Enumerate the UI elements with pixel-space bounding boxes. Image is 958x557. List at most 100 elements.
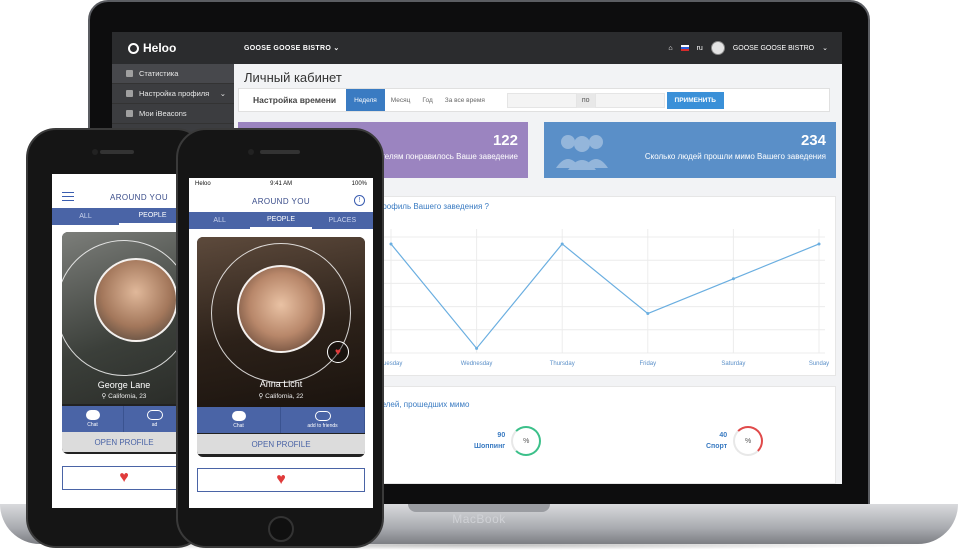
status-bar: Heloo 9:41 AM 100% [189, 178, 373, 190]
data-point[interactable] [731, 277, 735, 281]
people-icon [556, 135, 608, 170]
person-name: George Lane [97, 380, 151, 390]
home-icon[interactable]: ⌂ [668, 45, 672, 52]
battery-label: 100% [351, 181, 367, 187]
heart-icon: ♥ [119, 469, 129, 486]
sidebar-item-beacons[interactable]: Мои iBeacons [112, 104, 234, 124]
heart-icon: ♥ [276, 471, 286, 488]
language-label[interactable]: ru [697, 45, 703, 52]
pie-ring: % [733, 426, 764, 456]
tab-month[interactable]: Месяц [385, 89, 417, 111]
action-label: ad [151, 422, 158, 428]
pie-label: Шоппинг [474, 443, 506, 450]
nav-bar: AROUND YOU ! [189, 190, 373, 212]
hamburger-menu-icon[interactable] [62, 192, 74, 201]
card-actions: Chat add to friends [197, 407, 365, 433]
profile-card[interactable]: George Lane ⚲ California, 23 Chat ad OPE… [62, 232, 186, 454]
phone-front: Heloo 9:41 AM 100% AROUND YOU ! ALL PEOP… [176, 128, 384, 548]
like-button[interactable]: ♥ [197, 468, 365, 492]
sidebar-item-stats[interactable]: Статистика [112, 64, 234, 84]
pie-item-sport: 40 Спорт % [706, 426, 764, 456]
x-tick-label: Friday [639, 361, 656, 367]
apply-button[interactable]: ПРИМЕНИТЬ [666, 91, 724, 109]
edit-icon [126, 90, 133, 97]
data-point[interactable] [475, 346, 479, 350]
business-selector[interactable]: GOOSE GOOSE BISTRO ⌄ [244, 44, 340, 52]
logo-icon [128, 42, 139, 54]
location-pin-icon: ⚲ [101, 393, 107, 400]
pie-center: % [523, 437, 530, 445]
clock-label: 9:41 AM [270, 181, 293, 187]
sidebar-item-label: Статистика [139, 69, 179, 78]
action-label: Chat [233, 423, 244, 429]
pie-value: 40 [719, 432, 728, 439]
chevron-down-icon: ⌄ [333, 45, 340, 52]
location-text: California, 22 [265, 393, 304, 400]
stat-card-passersby: 234 Сколько людей прошли мимо Вашего зав… [544, 122, 836, 178]
russian-flag-icon[interactable] [680, 45, 689, 51]
open-profile-button[interactable]: OPEN PROFILE [197, 434, 365, 454]
date-to-input[interactable] [594, 92, 665, 108]
phone-speaker [100, 150, 134, 154]
pie-text: 40 Спорт [706, 430, 727, 452]
tab-week[interactable]: Неделя [346, 89, 385, 111]
pie-label: Спорт [706, 443, 728, 450]
info-icon[interactable]: ! [354, 195, 365, 206]
nav-title: AROUND YOU [109, 192, 169, 202]
tab-all[interactable]: ALL [52, 208, 119, 225]
app-logo[interactable]: Heloo [112, 41, 232, 55]
phone-back-screen: AROUND YOU ALL PEOPLE George Lane ⚲ Cali… [52, 174, 186, 508]
tab-year[interactable]: Год [416, 89, 438, 111]
data-point[interactable] [560, 242, 564, 246]
business-selector-label: GOOSE GOOSE BISTRO [244, 45, 332, 52]
phone-front-screen: Heloo 9:41 AM 100% AROUND YOU ! ALL PEOP… [189, 178, 373, 508]
beacon-icon [126, 110, 133, 117]
topbar-right: ⌂ ru GOOSE GOOSE BISTRO ⌄ [668, 41, 842, 55]
data-point[interactable] [389, 242, 393, 246]
chat-icon [231, 411, 246, 421]
period-filter: Настройка времени Неделя Месяц Год За вс… [238, 88, 830, 112]
segment-tabs: ALL PEOPLE PLACES [189, 212, 373, 229]
segment-tabs: ALL PEOPLE [52, 208, 186, 225]
chat-button[interactable]: Chat [62, 406, 124, 432]
chat-button[interactable]: Chat [197, 407, 281, 433]
chevron-down-icon[interactable]: ⌄ [822, 44, 828, 52]
data-point[interactable] [817, 242, 821, 246]
add-friend-icon [146, 410, 163, 420]
x-tick-label: Thursday [550, 361, 575, 367]
date-separator: по [576, 92, 595, 108]
account-name[interactable]: GOOSE GOOSE BISTRO [733, 45, 814, 52]
pie-value: 90 [497, 432, 506, 439]
page-title: Личный кабинет [244, 70, 342, 85]
data-point[interactable] [646, 312, 650, 316]
sidebar-item-profile[interactable]: Настройка профиля ⌄ [112, 84, 234, 104]
carrier-label: Heloo [195, 181, 211, 187]
pie-section-title: телей, прошедших мимо [378, 400, 470, 409]
like-button[interactable]: ♥ [62, 466, 186, 490]
stats-icon [126, 70, 133, 77]
status-bar [52, 174, 186, 186]
laptop-notch [408, 504, 550, 512]
chevron-down-icon: ⌄ [219, 89, 226, 98]
home-button[interactable] [268, 516, 294, 542]
person-location: ⚲ California, 22 [197, 392, 365, 400]
sidebar-item-label: Настройка профиля [139, 89, 210, 98]
add-friend-icon [314, 411, 331, 421]
person-location: ⚲ California, 23 [62, 392, 186, 400]
date-from-input[interactable] [506, 92, 577, 108]
pie-center: % [745, 437, 752, 445]
app-topbar: Heloo GOOSE GOOSE BISTRO ⌄ ⌂ ru GOOSE GO… [112, 32, 842, 64]
add-friend-button[interactable]: add to friends [281, 407, 365, 433]
tab-all-time[interactable]: За все время [439, 89, 491, 111]
series-line [390, 243, 820, 350]
tab-all[interactable]: ALL [189, 212, 250, 229]
tab-people[interactable]: PEOPLE [250, 212, 312, 229]
person-name: Anna Licht [259, 379, 303, 389]
account-avatar[interactable] [710, 41, 725, 55]
chart-title: профиль Вашего заведения ? [378, 202, 489, 211]
tab-places[interactable]: PLACES [312, 212, 373, 229]
profile-card[interactable]: ♥ Anna Licht ⚲ California, 22 Chat add t… [197, 237, 365, 457]
like-badge-icon[interactable]: ♥ [327, 341, 349, 363]
x-tick-label: Sunday [809, 361, 829, 367]
open-profile-button[interactable]: OPEN PROFILE [62, 432, 186, 452]
